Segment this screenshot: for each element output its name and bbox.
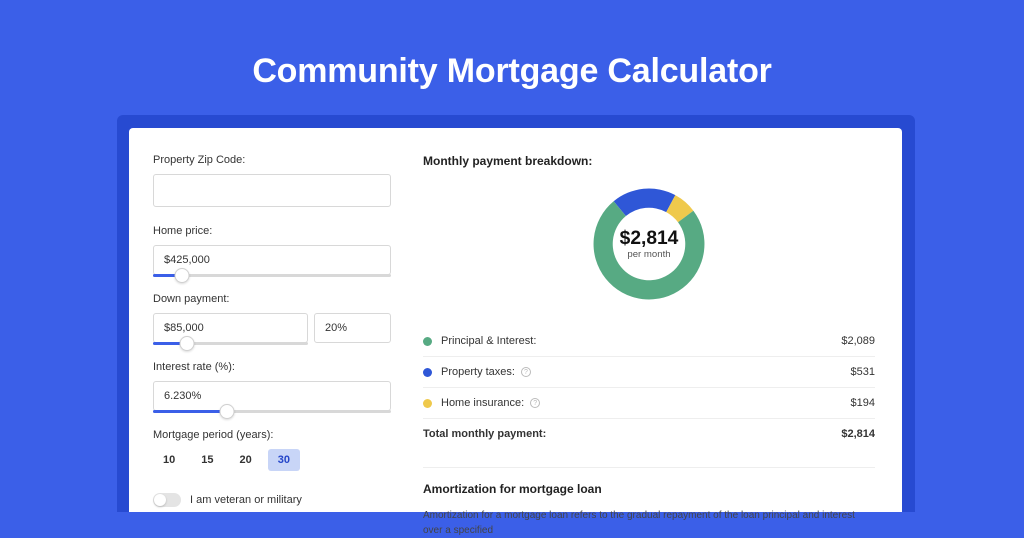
period-label: Mortgage period (years):: [153, 429, 413, 441]
breakdown-row-value: $531: [851, 366, 875, 378]
breakdown-row-label: Home insurance:?: [441, 397, 851, 409]
veteran-toggle-row: I am veteran or military: [153, 493, 413, 507]
donut-sublabel: per month: [627, 249, 670, 260]
breakdown-row-value: $194: [851, 397, 875, 409]
period-option-20[interactable]: 20: [230, 449, 262, 471]
breakdown-row: Property taxes:?$531: [423, 356, 875, 387]
legend-dot-icon: [423, 337, 432, 346]
legend-dot-icon: [423, 399, 432, 408]
donut-chart: $2,814 per month: [423, 180, 875, 308]
home-price-slider[interactable]: [153, 274, 391, 277]
zip-label: Property Zip Code:: [153, 154, 413, 166]
period-option-15[interactable]: 15: [191, 449, 223, 471]
donut-amount: $2,814: [620, 228, 679, 249]
total-label: Total monthly payment:: [423, 428, 841, 440]
breakdown-row-label: Property taxes:?: [441, 366, 851, 378]
calculator-card: Property Zip Code: Home price: Down paym…: [129, 128, 902, 512]
down-payment-pct-input[interactable]: [314, 313, 391, 343]
period-option-10[interactable]: 10: [153, 449, 185, 471]
amortization-text: Amortization for a mortgage loan refers …: [423, 508, 875, 538]
veteran-toggle[interactable]: [153, 493, 181, 507]
interest-rate-label: Interest rate (%):: [153, 361, 413, 373]
veteran-label: I am veteran or military: [190, 494, 302, 506]
home-price-label: Home price:: [153, 225, 413, 237]
breakdown-row: Principal & Interest:$2,089: [423, 326, 875, 356]
breakdown-column: Monthly payment breakdown: $2,814 per mo…: [413, 128, 902, 512]
down-payment-slider[interactable]: [153, 342, 308, 345]
form-column: Property Zip Code: Home price: Down paym…: [129, 128, 413, 512]
home-price-input[interactable]: [153, 245, 391, 275]
info-icon[interactable]: ?: [530, 398, 540, 408]
amortization-title: Amortization for mortgage loan: [423, 482, 875, 496]
breakdown-total-row: Total monthly payment: $2,814: [423, 418, 875, 449]
breakdown-row-label: Principal & Interest:: [441, 335, 841, 347]
breakdown-rows: Principal & Interest:$2,089Property taxe…: [423, 326, 875, 418]
period-options: 10 15 20 30: [153, 449, 413, 471]
zip-input[interactable]: [153, 174, 391, 207]
down-payment-label: Down payment:: [153, 293, 413, 305]
breakdown-row: Home insurance:?$194: [423, 387, 875, 418]
info-icon[interactable]: ?: [521, 367, 531, 377]
interest-rate-slider[interactable]: [153, 410, 391, 413]
total-value: $2,814: [841, 428, 875, 440]
amortization-section: Amortization for mortgage loan Amortizat…: [423, 467, 875, 538]
interest-rate-input[interactable]: [153, 381, 391, 411]
donut-slice: [614, 189, 676, 217]
breakdown-title: Monthly payment breakdown:: [423, 154, 875, 168]
breakdown-row-value: $2,089: [841, 335, 875, 347]
page-header: Community Mortgage Calculator: [0, 0, 1024, 105]
legend-dot-icon: [423, 368, 432, 377]
down-payment-input[interactable]: [153, 313, 308, 343]
page-title: Community Mortgage Calculator: [0, 52, 1024, 91]
period-option-30[interactable]: 30: [268, 449, 300, 471]
